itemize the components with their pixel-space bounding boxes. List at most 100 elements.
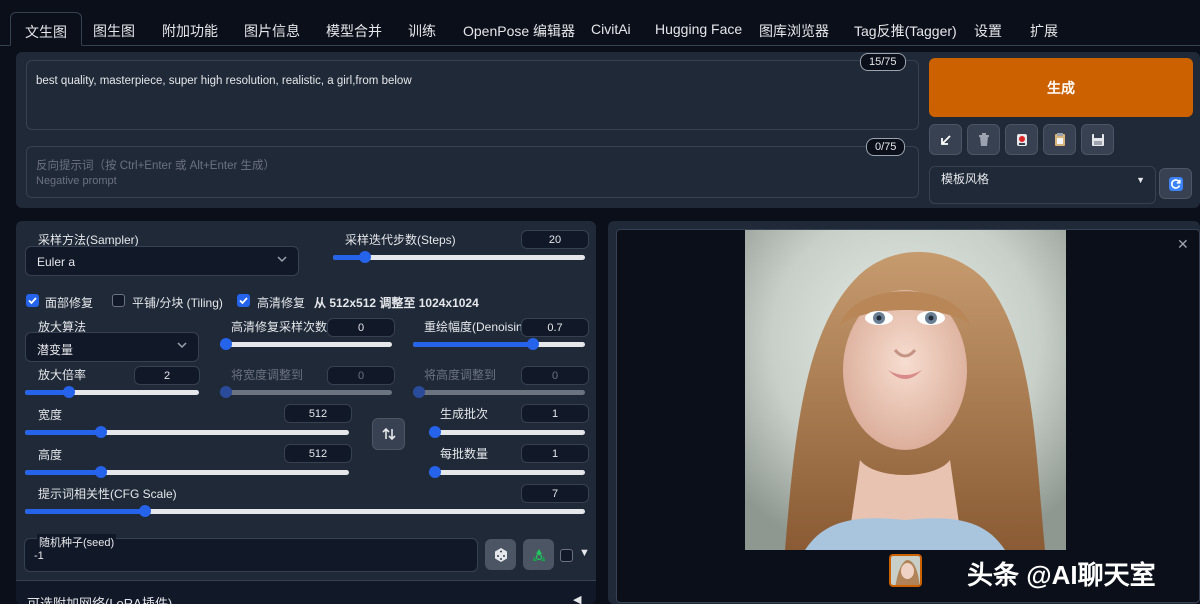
refresh-styles-button[interactable] (1159, 168, 1192, 199)
width-label: 宽度 (38, 408, 63, 422)
resize-width-slider (220, 385, 392, 399)
width-slider-thumb[interactable] (95, 426, 108, 438)
prompt-input[interactable]: best quality, masterpiece, super high re… (26, 60, 919, 130)
seed-value: -1 (34, 550, 44, 562)
upscaler-value: 潜变量 (37, 343, 74, 357)
tab-checkpoint-merger[interactable]: 模型合并 (312, 12, 396, 46)
upscale-by-input[interactable]: 2 (134, 366, 200, 385)
batch-count-input[interactable]: 1 (521, 404, 589, 423)
face-restore-checkbox[interactable] (26, 294, 39, 307)
batch-count-label: 生成批次 (440, 407, 489, 421)
width-slider[interactable] (25, 425, 349, 439)
tab-image-browser[interactable]: 图库浏览器 (745, 12, 843, 46)
batch-size-input[interactable]: 1 (521, 444, 589, 463)
refresh-icon (1168, 176, 1183, 191)
height-slider-thumb[interactable] (95, 466, 108, 478)
tab-train[interactable]: 训练 (394, 12, 450, 46)
tab-extensions[interactable]: 扩展 (1016, 12, 1072, 46)
batch-size-slider[interactable] (429, 465, 585, 479)
hires-steps-slider-thumb[interactable] (220, 338, 232, 350)
dice-icon (494, 547, 507, 562)
cfg-scale-input[interactable]: 7 (521, 484, 589, 503)
height-input[interactable]: 512 (284, 444, 352, 463)
tab-img2img[interactable]: 图生图 (79, 12, 149, 46)
hires-fix-checkbox[interactable] (237, 294, 250, 307)
hires-steps-slider[interactable] (220, 337, 392, 351)
watermark-text: 头条 @AI聊天室 (967, 560, 1156, 590)
show-extra-networks-button[interactable] (1005, 124, 1038, 155)
negative-prompt-input[interactable]: 反向提示词（按 Ctrl+Enter 或 Alt+Enter 生成） Negat… (26, 146, 919, 198)
tiling-checkbox[interactable] (112, 294, 125, 307)
sampler-value: Euler a (37, 255, 76, 269)
upscale-by-slider[interactable] (25, 385, 199, 399)
denoising-slider[interactable] (413, 337, 585, 351)
resize-width-label: 将宽度调整到 (231, 368, 304, 382)
cfg-scale-slider[interactable] (25, 504, 585, 518)
height-slider[interactable] (25, 465, 349, 479)
batch-size-label: 每批数量 (440, 447, 489, 461)
cfg-scale-slider-thumb[interactable] (139, 505, 152, 517)
caret-down-icon[interactable]: ▼ (579, 547, 590, 559)
close-icon[interactable]: ✕ (1177, 236, 1189, 253)
negative-prompt-placeholder-en: Negative prompt (36, 175, 117, 187)
generate-button[interactable]: 生成 (929, 58, 1193, 117)
style-select[interactable]: 模板风格 ▼ (929, 166, 1156, 204)
generation-settings: 采样方法(Sampler) Euler a 采样迭代步数(Steps) 20 面… (16, 221, 596, 604)
batch-count-slider-thumb[interactable] (429, 426, 441, 438)
tab-hugging-face[interactable]: Hugging Face (641, 12, 756, 46)
arrow-down-left-button[interactable] (929, 124, 962, 155)
sampler-select[interactable]: Euler a (25, 246, 299, 276)
clear-prompt-button[interactable] (967, 124, 1000, 155)
extra-seed-checkbox[interactable] (560, 549, 573, 562)
tab-civitai[interactable]: CivitAi (577, 12, 645, 46)
hires-steps-input[interactable]: 0 (327, 318, 395, 337)
tab-png-info[interactable]: 图片信息 (230, 12, 314, 46)
apply-styles-button[interactable] (1043, 124, 1076, 155)
cfg-scale-label: 提示词相关性(CFG Scale) (38, 487, 177, 501)
thumbnail-image (891, 556, 920, 585)
generated-image[interactable] (745, 230, 1066, 550)
swap-dimensions-button[interactable] (372, 418, 405, 450)
hires-steps-label: 高清修复采样次数 (231, 320, 328, 334)
trash-icon (978, 133, 989, 146)
hires-fix-label: 高清修复 (257, 296, 306, 310)
tab-bar: 文生图 图生图 附加功能 图片信息 模型合并 训练 OpenPose 编辑器 C… (0, 0, 1200, 46)
batch-size-slider-thumb[interactable] (429, 466, 441, 478)
tiling-label: 平铺/分块 (Tiling) (132, 296, 223, 310)
gallery-thumbnail[interactable] (889, 554, 922, 587)
prompt-area: best quality, masterpiece, super high re… (16, 52, 1200, 208)
upscaler-select[interactable]: 潜变量 (25, 332, 199, 362)
arrow-down-left-icon (940, 134, 951, 145)
output-panel: ✕ 头条 @AI聊天室 (608, 221, 1200, 604)
width-input[interactable]: 512 (284, 404, 352, 423)
random-seed-button[interactable] (485, 539, 516, 570)
clipboard-icon (1054, 133, 1065, 146)
denoising-input[interactable]: 0.7 (521, 318, 589, 337)
red-card-icon (1016, 133, 1027, 146)
tab-settings[interactable]: 设置 (960, 12, 1016, 46)
steps-input[interactable]: 20 (521, 230, 589, 249)
swap-arrows-icon (381, 427, 396, 441)
chevron-down-icon (277, 256, 287, 263)
save-style-button[interactable] (1081, 124, 1114, 155)
caret-left-icon: ◀ (573, 594, 582, 604)
seed-input[interactable]: 随机种子(seed) -1 (24, 534, 478, 572)
upscale-by-slider-thumb[interactable] (62, 386, 75, 398)
negative-prompt-placeholder: 反向提示词（按 Ctrl+Enter 或 Alt+Enter 生成） (36, 160, 275, 172)
hires-resize-info: 从 512x512 调整至 1024x1024 (314, 296, 479, 310)
image-gallery: ✕ 头条 @AI聊天室 (616, 229, 1200, 603)
prompt-text: best quality, masterpiece, super high re… (36, 75, 412, 87)
steps-slider-thumb[interactable] (359, 251, 372, 263)
tab-tagger[interactable]: Tag反推(Tagger) (840, 12, 971, 46)
tab-txt2img[interactable]: 文生图 (10, 12, 82, 46)
denoising-slider-thumb[interactable] (527, 338, 540, 350)
resize-width-input: 0 (327, 366, 395, 385)
tab-openpose-editor[interactable]: OpenPose 编辑器 (449, 12, 589, 46)
batch-count-slider[interactable] (429, 425, 585, 439)
steps-slider[interactable] (333, 250, 585, 264)
lora-accordion[interactable]: 可选附加网络(LoRA插件) ◀ (16, 580, 596, 604)
upscale-by-label: 放大倍率 (38, 368, 87, 382)
chevron-down-icon (177, 342, 187, 349)
reuse-seed-button[interactable] (523, 539, 554, 570)
tab-extras[interactable]: 附加功能 (148, 12, 232, 46)
